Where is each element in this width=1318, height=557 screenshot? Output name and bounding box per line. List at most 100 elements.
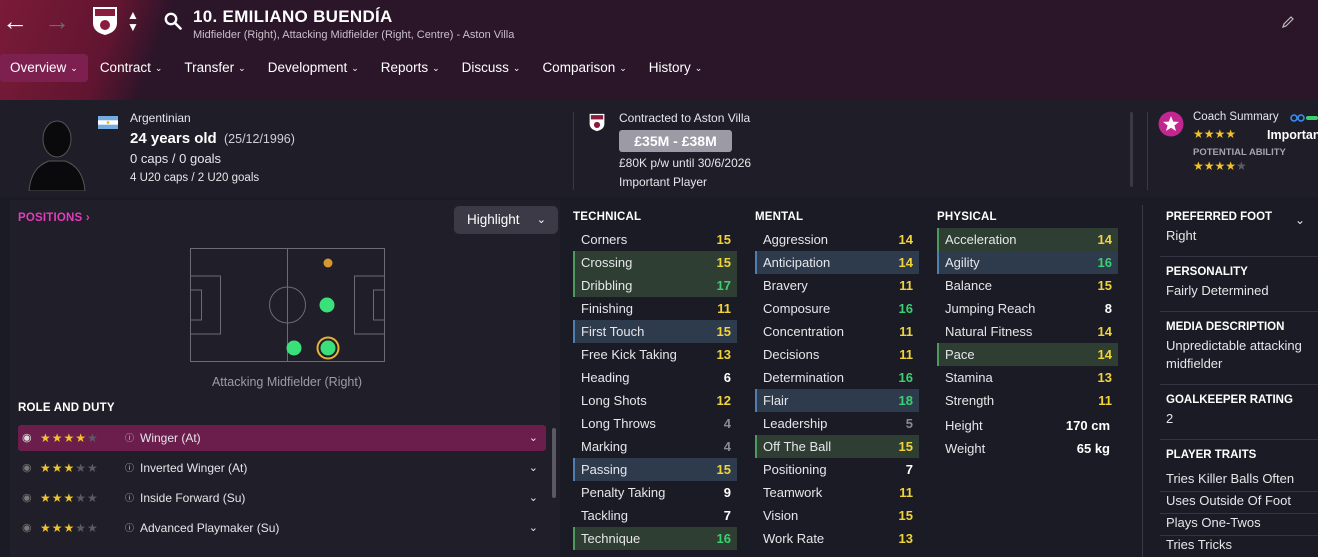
- attribute-row[interactable]: Finishing 11: [573, 297, 737, 320]
- attribute-row[interactable]: Jumping Reach 8: [937, 297, 1118, 320]
- attribute-row[interactable]: Long Shots 12: [573, 389, 737, 412]
- attribute-row[interactable]: Acceleration 14: [937, 228, 1118, 251]
- attribute-row[interactable]: Composure 16: [755, 297, 919, 320]
- attribute-name: Passing: [581, 462, 628, 477]
- personality-section: PERSONALITY Fairly Determined: [1166, 266, 1318, 300]
- chevron-down-icon: ⌄: [238, 63, 246, 73]
- attribute-name: Heading: [581, 370, 630, 385]
- attribute-row[interactable]: Long Throws 4: [573, 412, 737, 435]
- role-label: Advanced Playmaker (Su): [140, 521, 280, 535]
- attribute-row[interactable]: Teamwork 11: [755, 481, 919, 504]
- date-of-birth: (25/12/1996): [224, 132, 295, 146]
- attribute-row[interactable]: Pace 14: [937, 343, 1118, 366]
- positions-header[interactable]: POSITIONS ›: [18, 212, 90, 224]
- forward-arrow-icon[interactable]: →: [44, 6, 70, 36]
- edit-pencil-icon[interactable]: [1281, 15, 1295, 29]
- info-icon[interactable]: ⓘ: [125, 455, 134, 481]
- chevron-down-icon[interactable]: ⌄: [1295, 213, 1305, 227]
- attribute-row[interactable]: Agility 16: [937, 251, 1118, 274]
- attribute-row[interactable]: Concentration 11: [755, 320, 919, 343]
- highlight-bar: [573, 527, 575, 550]
- chevron-down-icon[interactable]: ⌄: [529, 455, 538, 481]
- attribute-row[interactable]: Corners 15: [573, 228, 737, 251]
- attribute-row[interactable]: Off The Ball 15: [755, 435, 919, 458]
- info-icon[interactable]: ⓘ: [125, 515, 134, 541]
- tab-label: Reports: [380, 60, 429, 75]
- back-arrow-icon[interactable]: ←: [2, 6, 28, 36]
- attribute-value: 16: [1097, 255, 1112, 270]
- chevron-down-icon[interactable]: ⌄: [529, 425, 538, 451]
- attribute-row[interactable]: Stamina 13: [937, 366, 1118, 389]
- roles-scrollbar[interactable]: [552, 428, 556, 498]
- attribute-row[interactable]: Tackling 7: [573, 504, 737, 527]
- attribute-row[interactable]: Bravery 11: [755, 274, 919, 297]
- attribute-row[interactable]: First Touch 15: [573, 320, 737, 343]
- attribute-name: Long Shots: [581, 393, 647, 408]
- radio-icon[interactable]: ◉: [22, 515, 32, 541]
- tab-comparison[interactable]: Comparison ⌄: [532, 54, 636, 82]
- info-icon[interactable]: ⓘ: [125, 485, 134, 511]
- attribute-row[interactable]: Decisions 11: [755, 343, 919, 366]
- attribute-row[interactable]: Anticipation 14: [755, 251, 919, 274]
- tab-development[interactable]: Development ⌄: [258, 54, 369, 82]
- attribute-row[interactable]: Natural Fitness 14: [937, 320, 1118, 343]
- chevron-down-icon[interactable]: ⌄: [529, 485, 538, 511]
- highlight-bar: [573, 251, 575, 274]
- divider: [1142, 205, 1143, 557]
- attribute-row[interactable]: Technique 16: [573, 527, 737, 550]
- attribute-name: Aggression: [763, 232, 829, 247]
- tab-history[interactable]: History ⌄: [639, 54, 713, 82]
- attribute-row[interactable]: Determination 16: [755, 366, 919, 389]
- attribute-row[interactable]: Passing 15: [573, 458, 737, 481]
- chevron-down-icon: ⌄: [432, 63, 440, 73]
- search-icon[interactable]: [164, 12, 182, 30]
- attribute-value: 4: [723, 439, 731, 454]
- tab-discuss[interactable]: Discuss ⌄: [452, 54, 531, 82]
- attribute-row[interactable]: Dribbling 17: [573, 274, 737, 297]
- attribute-row[interactable]: Work Rate 13: [755, 527, 919, 550]
- attribute-row[interactable]: Vision 15: [755, 504, 919, 527]
- tab-contract[interactable]: Contract ⌄: [90, 54, 173, 82]
- club-crest-icon[interactable]: [92, 6, 118, 36]
- highlight-bar: [937, 228, 939, 251]
- attribute-row[interactable]: Strength 11: [937, 389, 1118, 412]
- attribute-row[interactable]: Positioning 7: [755, 458, 919, 481]
- radio-icon[interactable]: ◉: [22, 485, 32, 511]
- chevron-down-icon[interactable]: ⌄: [529, 515, 538, 541]
- attribute-row[interactable]: Marking 4: [573, 435, 737, 458]
- radio-selected-icon[interactable]: ◉: [22, 425, 32, 451]
- chevron-down-icon: ⌄: [619, 63, 627, 73]
- attribute-row[interactable]: Penalty Taking 9: [573, 481, 737, 504]
- info-icon[interactable]: ⓘ: [125, 425, 134, 451]
- scrollbar[interactable]: [1130, 112, 1133, 187]
- player-avatar: [28, 120, 86, 191]
- chevron-down-icon: ⌄: [536, 214, 546, 226]
- attribute-name: Concentration: [763, 324, 844, 339]
- role-row-inverted-winger[interactable]: ◉ ★★★★★ ⓘ Inverted Winger (At) ⌄: [18, 455, 546, 481]
- attribute-name: Vision: [763, 508, 799, 523]
- attribute-row[interactable]: Crossing 15: [573, 251, 737, 274]
- attribute-row[interactable]: Free Kick Taking 13: [573, 343, 737, 366]
- attribute-row[interactable]: Heading 6: [573, 366, 737, 389]
- attribute-name: Anticipation: [763, 255, 831, 270]
- role-row-inside-forward[interactable]: ◉ ★★★★★ ⓘ Inside Forward (Su) ⌄: [18, 485, 546, 511]
- attribute-value: 15: [716, 462, 731, 477]
- attribute-row[interactable]: Leadership 5: [755, 412, 919, 435]
- tab-overview[interactable]: Overview ⌄: [0, 54, 88, 82]
- attribute-row[interactable]: Balance 15: [937, 274, 1118, 297]
- attribute-row[interactable]: Aggression 14: [755, 228, 919, 251]
- attribute-value: 11: [899, 324, 913, 339]
- player-traits-section: PLAYER TRAITS: [1166, 449, 1318, 461]
- switch-player-arrows-icon[interactable]: ▲ ▼: [127, 9, 139, 33]
- role-row-winger[interactable]: ◉ ★★★★★ ⓘ Winger (At) ⌄: [18, 425, 546, 451]
- attribute-value: 4: [723, 416, 731, 431]
- tab-reports[interactable]: Reports ⌄: [371, 54, 450, 82]
- chevron-down-icon: ⌄: [70, 63, 78, 73]
- attribute-name: Penalty Taking: [581, 485, 666, 500]
- attribute-row[interactable]: Flair 18: [755, 389, 919, 412]
- attribute-name: Marking: [581, 439, 628, 454]
- highlight-dropdown[interactable]: Highlight ⌄: [454, 206, 558, 234]
- role-row-advanced-playmaker[interactable]: ◉ ★★★★★ ⓘ Advanced Playmaker (Su) ⌄: [18, 515, 546, 541]
- tab-transfer[interactable]: Transfer ⌄: [174, 54, 255, 82]
- radio-icon[interactable]: ◉: [22, 455, 32, 481]
